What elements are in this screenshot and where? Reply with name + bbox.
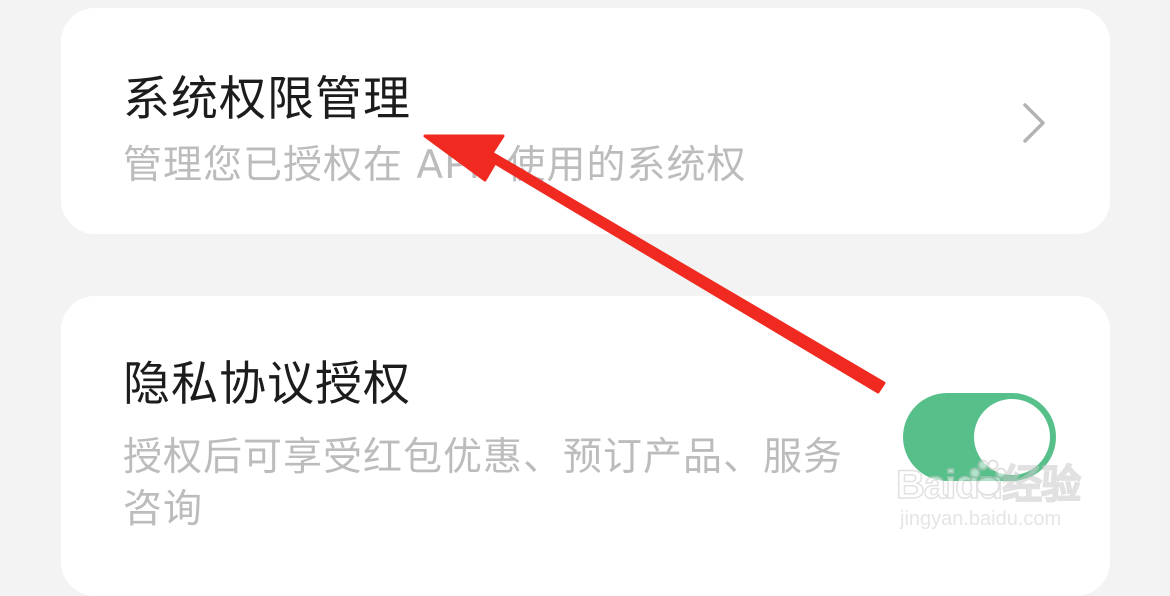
privacy-authorization-description: 授权后可享受红包优惠、预订产品、服务咨询 xyxy=(123,435,844,532)
system-permissions-title: 系统权限管理 xyxy=(123,72,411,127)
chevron-right-icon[interactable] xyxy=(1013,101,1053,145)
privacy-authorization-title: 隐私协议授权 xyxy=(123,357,411,412)
privacy-authorization-card: 隐私协议授权 授权后可享受红包优惠、预订产品、服务咨询 xyxy=(61,296,1110,596)
privacy-authorization-toggle[interactable] xyxy=(903,393,1056,481)
toggle-knob xyxy=(974,399,1050,475)
system-permissions-description: 管理您已授权在 APP 使用的系统权 xyxy=(123,143,747,188)
system-permissions-card[interactable]: 系统权限管理 管理您已授权在 APP 使用的系统权 xyxy=(61,8,1110,234)
